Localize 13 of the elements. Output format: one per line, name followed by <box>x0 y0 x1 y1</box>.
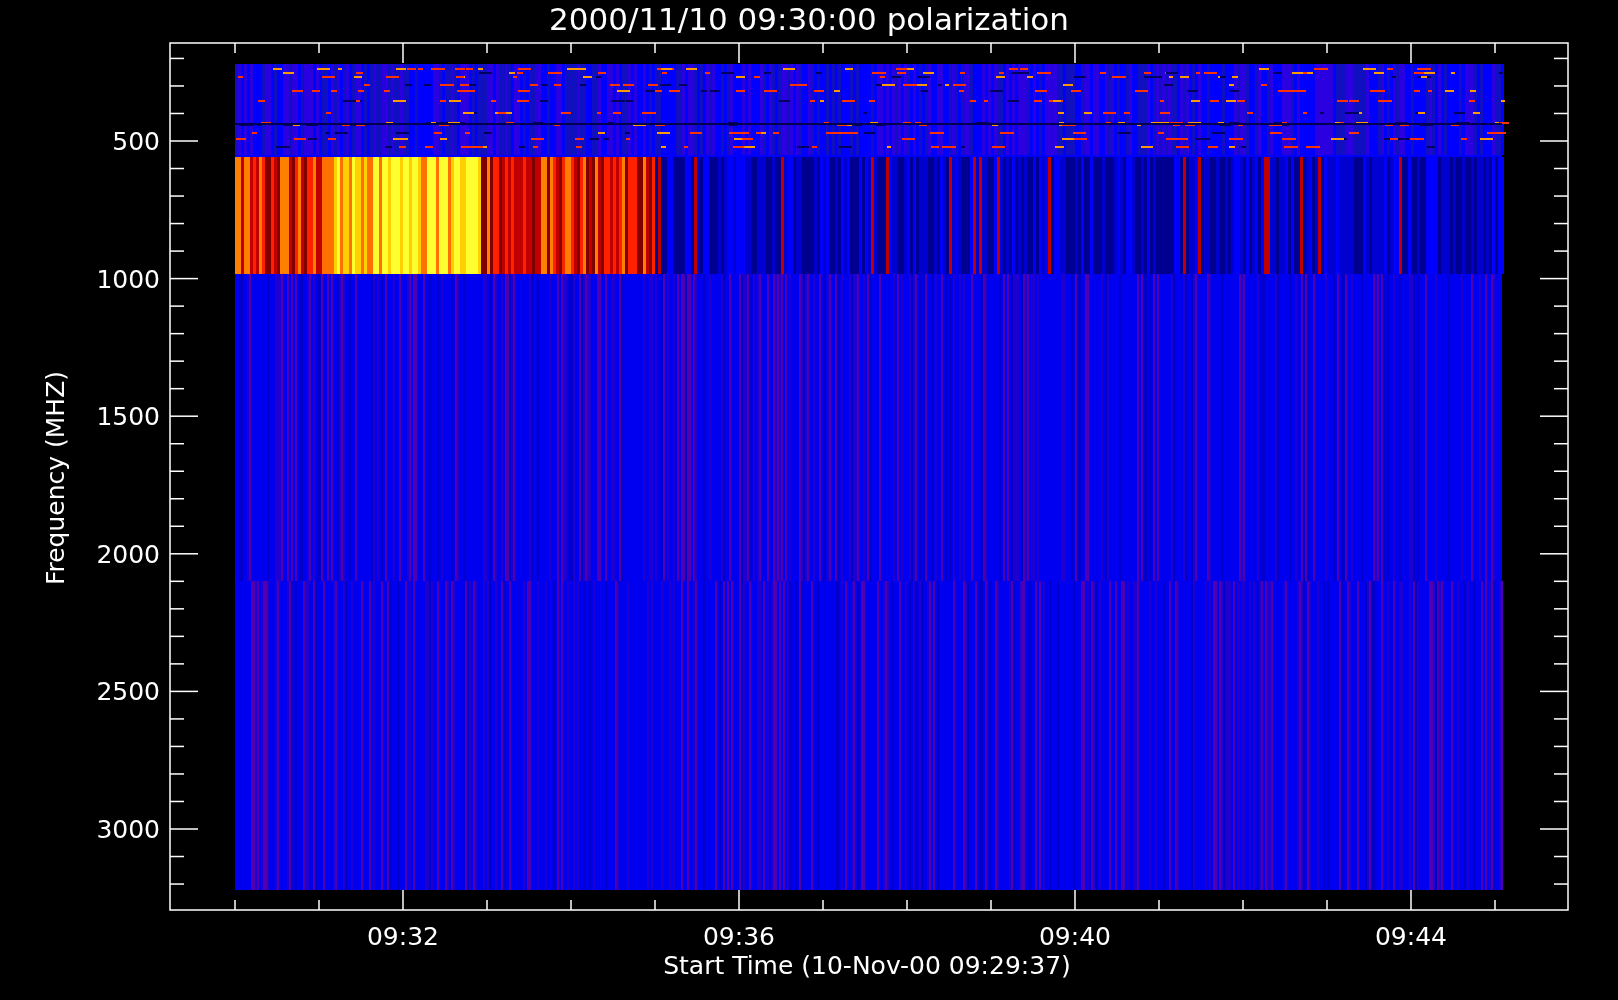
x-tick-label: 09:44 <box>1375 922 1447 951</box>
y-axis-label: Frequency (MHZ) <box>41 370 70 586</box>
y-tick-label: 500 <box>112 127 160 156</box>
y-tick-label: 2000 <box>96 539 160 569</box>
y-tick-label: 3000 <box>96 815 160 844</box>
y-tick-label: 1000 <box>96 264 160 294</box>
x-tick-label: 09:40 <box>1039 922 1111 951</box>
plot-title: 2000/11/10 09:30:00 polarization <box>549 1 1069 37</box>
y-tick-label: 2500 <box>96 677 160 707</box>
x-tick-label: 09:32 <box>367 922 439 951</box>
x-axis-label: Start Time (10-Nov-00 09:29:37) <box>663 951 1071 980</box>
y-tick-label: 1500 <box>96 402 160 432</box>
x-tick-label: 09:36 <box>703 922 775 951</box>
